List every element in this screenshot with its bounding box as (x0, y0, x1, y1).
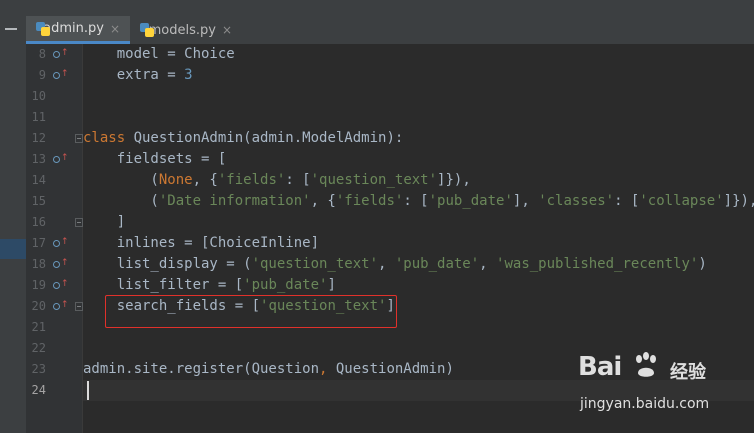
close-icon[interactable]: × (110, 22, 120, 36)
code-line[interactable]: (None, {'fields': ['question_text']}), (83, 170, 754, 191)
line-number: 16 (31, 215, 46, 229)
fold-icon[interactable] (75, 218, 83, 227)
line-number: 12 (31, 131, 46, 145)
code-line[interactable]: class QuestionAdmin(admin.ModelAdmin): (83, 128, 754, 149)
line-number: 13 (31, 152, 46, 166)
override-marker-icon[interactable]: ↑ (52, 149, 69, 170)
code-token: ], (512, 193, 539, 209)
override-marker-icon[interactable]: ↑ (52, 65, 69, 86)
fold-icon[interactable] (75, 302, 83, 311)
collapse-icon[interactable] (5, 28, 17, 30)
code-token: ]}), (723, 193, 754, 209)
code-token: , { (310, 193, 336, 209)
line-number: 18 (31, 257, 46, 271)
code-token: 'question_text' (251, 256, 379, 272)
code-line[interactable]: list_display = ('question_text', 'pub_da… (83, 254, 754, 275)
code-token: ( (83, 193, 159, 209)
line-number: 21 (31, 320, 46, 334)
python-file-icon (36, 21, 50, 36)
line-number: 22 (31, 341, 46, 355)
text-caret (87, 381, 89, 400)
code-line[interactable] (83, 86, 754, 107)
code-token: , { (192, 172, 218, 188)
code-line[interactable] (83, 107, 754, 128)
code-token: 'pub_date' (243, 277, 328, 293)
line-number: 11 (31, 110, 46, 124)
code-token: model = Choice (83, 46, 235, 62)
code-token: admin.site.register(Question (83, 361, 320, 377)
code-token: : [ (403, 193, 429, 209)
paw-icon (636, 352, 656, 377)
code-token: class (83, 130, 134, 146)
code-token: ]}), (437, 172, 471, 188)
editor-tab-bar: admin.py × models.py × (0, 0, 754, 44)
code-token: 'pub_date' (428, 193, 513, 209)
tab-label: admin.py (43, 21, 104, 36)
baidu-watermark: Bai 经验 jingyan.baidu.com (578, 352, 728, 422)
code-token: : [ (614, 193, 640, 209)
tab-admin-py[interactable]: admin.py × (26, 16, 130, 44)
code-token: , (319, 361, 336, 377)
line-number: 8 (38, 47, 46, 61)
tool-window-selection (0, 239, 26, 259)
code-token: 'question_text' (310, 172, 438, 188)
code-token: QuestionAdmin(admin.ModelAdmin): (133, 130, 404, 146)
watermark-brand-cn: 经验 (670, 362, 706, 383)
line-number: 9 (38, 68, 46, 82)
tool-window-strip (0, 16, 26, 433)
line-number: 19 (31, 278, 46, 292)
tab-models-py[interactable]: models.py × (130, 16, 242, 44)
line-number: 17 (31, 236, 46, 250)
python-file-icon (140, 23, 154, 37)
watermark-brand: Bai (578, 352, 622, 382)
code-line[interactable]: ('Date information', {'fields': ['pub_da… (83, 191, 754, 212)
close-icon[interactable]: × (222, 23, 232, 37)
code-token: ] (83, 214, 126, 230)
code-token: 'classes' (538, 193, 615, 209)
code-token: None (158, 172, 193, 188)
code-line[interactable]: inlines = [ChoiceInline] (83, 233, 754, 254)
code-token: list_filter = [ (83, 277, 244, 293)
code-token: inlines = [ChoiceInline] (83, 235, 320, 251)
code-token: list_display = ( (83, 256, 252, 272)
code-token: , (378, 256, 395, 272)
code-token: 'collapse' (639, 193, 724, 209)
line-number: 23 (31, 362, 46, 376)
code-token: QuestionAdmin) (335, 361, 454, 377)
fold-icon[interactable] (75, 134, 83, 143)
code-token: 3 (184, 67, 193, 83)
line-number: 14 (31, 173, 46, 187)
code-line[interactable]: list_filter = ['pub_date'] (83, 275, 754, 296)
watermark-url: jingyan.baidu.com (580, 396, 710, 412)
code-token: 'fields' (335, 193, 404, 209)
highlight-box (105, 295, 397, 328)
code-token: 'Date information' (158, 193, 311, 209)
code-token: 'was_published_recently' (496, 256, 699, 272)
line-number: 15 (31, 194, 46, 208)
code-line[interactable]: fieldsets = [ (83, 149, 754, 170)
override-marker-icon[interactable]: ↑ (52, 296, 69, 317)
code-line[interactable]: extra = 3 (83, 65, 754, 86)
override-marker-icon[interactable]: ↑ (52, 275, 69, 296)
code-line[interactable]: model = Choice (83, 44, 754, 65)
override-marker-icon[interactable]: ↑ (52, 254, 69, 275)
code-token: 'pub_date' (394, 256, 480, 272)
code-token: 'fields' (217, 172, 286, 188)
line-number: 24 (31, 383, 46, 397)
line-number: 10 (31, 89, 46, 103)
code-token: ] (327, 277, 336, 293)
code-token: ( (83, 172, 159, 188)
title-strip (0, 0, 754, 16)
code-line[interactable]: ] (83, 212, 754, 233)
code-token: , (479, 256, 497, 272)
code-token: ) (698, 256, 707, 272)
override-marker-icon[interactable]: ↑ (52, 233, 69, 254)
override-marker-icon[interactable]: ↑ (52, 44, 69, 65)
tab-label: models.py (148, 22, 216, 38)
code-token: : [ (285, 172, 311, 188)
line-number: 20 (31, 299, 46, 313)
code-token: fieldsets = [ (83, 151, 227, 167)
code-token: extra = (83, 67, 185, 83)
